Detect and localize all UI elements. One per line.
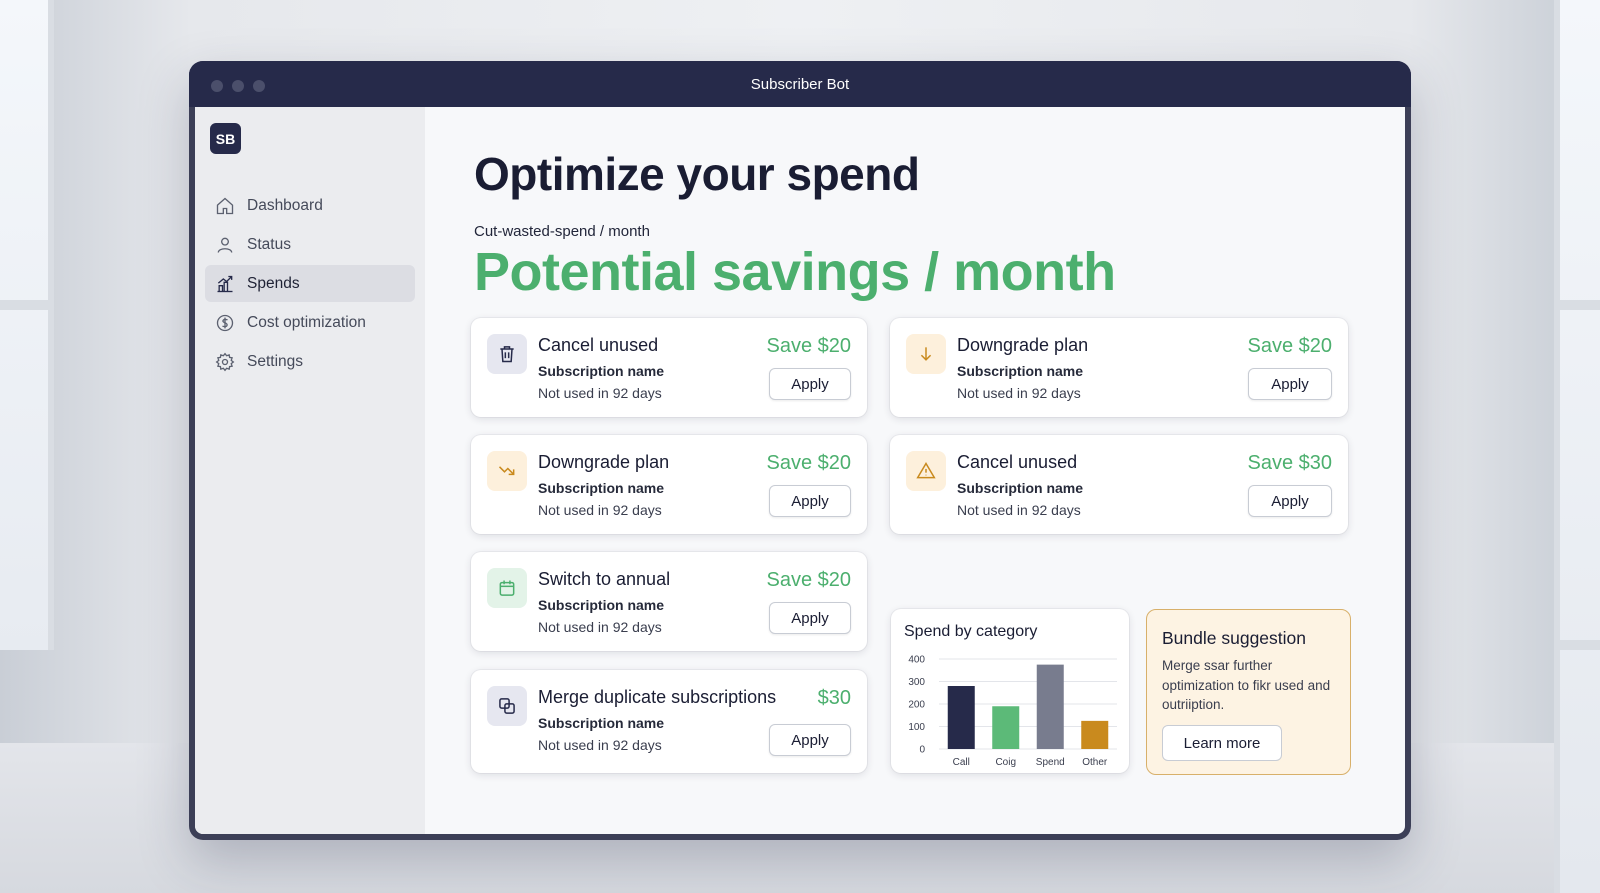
- subscription-name: Subscription name: [538, 597, 665, 613]
- savings-amount: Save $20: [1247, 335, 1332, 357]
- x-tick-label: Coig: [995, 757, 1016, 768]
- recommendation-card: Switch to annual Subscription name Not u…: [471, 552, 867, 651]
- app-body: SB Dashboard Status Spends Cost optimiza…: [195, 107, 1405, 834]
- recommendation-card: Downgrade plan Subscription name Not use…: [471, 435, 867, 534]
- savings-amount: $30: [817, 687, 851, 709]
- trash-icon: [487, 334, 527, 374]
- recommendation-card: Merge duplicate subscriptions Subscripti…: [471, 670, 867, 773]
- sidebar-item-dashboard[interactable]: Dashboard: [205, 187, 415, 224]
- sidebar-item-label: Status: [247, 235, 291, 253]
- sidebar-item-label: Settings: [247, 352, 304, 370]
- apply-button[interactable]: Apply: [1248, 485, 1332, 517]
- subscription-name: Subscription name: [957, 363, 1084, 379]
- bundle-title: Bundle suggestion: [1162, 628, 1306, 648]
- x-tick-label: Call: [953, 757, 970, 768]
- savings-amount: Save $20: [766, 569, 851, 591]
- apply-button[interactable]: Apply: [1248, 368, 1332, 400]
- apply-button[interactable]: Apply: [769, 724, 851, 756]
- chart-icon: [215, 274, 235, 294]
- bar-call: [947, 686, 975, 749]
- apply-button[interactable]: Apply: [769, 368, 851, 400]
- card-title: Merge duplicate subscriptions: [538, 687, 777, 707]
- dollar-icon: [215, 313, 235, 333]
- main-content: Optimize your spend Cut-wasted-spend / m…: [425, 107, 1405, 834]
- bundle-text: Merge ssar further optimization to fikr …: [1162, 658, 1331, 712]
- home-icon: [215, 196, 235, 216]
- bar-coig: [992, 706, 1020, 749]
- calendar-icon: [487, 568, 527, 608]
- spend-by-category-chart: Spend by category 0 100 200 300 400 Call Coig S…: [891, 609, 1129, 773]
- bundle-suggestion: Bundle suggestion Merge ssar further opt…: [1146, 609, 1351, 775]
- subscription-name: Subscription name: [538, 363, 665, 379]
- apply-button[interactable]: Apply: [769, 485, 851, 517]
- card-title: Cancel unused: [957, 452, 1078, 472]
- sidebar-item-status[interactable]: Status: [205, 226, 415, 263]
- y-tick-label: 0: [919, 745, 925, 756]
- sidebar-item-label: Dashboard: [247, 196, 323, 214]
- subscription-name: Subscription name: [538, 715, 665, 731]
- card-title: Switch to annual: [538, 569, 671, 589]
- recommendation-card: Cancel unused Subscription name Not used…: [471, 318, 867, 417]
- usage-note: Not used in 92 days: [957, 385, 1081, 401]
- recommendation-card: Downgrade plan Subscription name Not use…: [890, 318, 1348, 417]
- card-title: Downgrade plan: [957, 335, 1089, 355]
- app-window: Subscriber Bot SB Dashboard Status Spend…: [189, 61, 1411, 840]
- window-title: Subscriber Bot: [750, 76, 850, 93]
- sidebar-nav: Dashboard Status Spends Cost optimizatio…: [205, 187, 415, 382]
- savings-headline: Potential savings / month: [474, 242, 1116, 302]
- sidebar-item-settings[interactable]: Settings: [205, 343, 415, 380]
- x-tick-label: Spend: [1036, 757, 1065, 768]
- y-tick-label: 300: [908, 677, 925, 688]
- sidebar: SB Dashboard Status Spends Cost optimiza…: [195, 107, 425, 834]
- subscription-name: Subscription name: [957, 480, 1084, 496]
- y-tick-label: 400: [908, 655, 925, 666]
- title-bar: Subscriber Bot: [189, 61, 1411, 107]
- y-tick-label: 100: [908, 722, 925, 733]
- learn-more-button[interactable]: Learn more: [1162, 725, 1282, 761]
- card-title: Downgrade plan: [538, 452, 670, 472]
- usage-note: Not used in 92 days: [538, 502, 662, 518]
- bar-other: [1081, 720, 1109, 749]
- savings-amount: Save $20: [766, 335, 851, 357]
- gear-icon: [215, 352, 235, 372]
- sidebar-item-spends[interactable]: Spends: [205, 265, 415, 302]
- bar-spend: [1036, 664, 1064, 749]
- bar-chart: 0 100 200 300 400 Call Coig Spend Other: [908, 655, 1117, 768]
- savings-amount: Save $30: [1247, 452, 1332, 474]
- savings-amount: Save $20: [766, 452, 851, 474]
- usage-note: Not used in 92 days: [957, 502, 1081, 518]
- chart-title: Spend by category: [904, 623, 1038, 640]
- trend-down-icon: [487, 451, 527, 491]
- usage-note: Not used in 92 days: [538, 737, 662, 753]
- background-window-right: [1554, 0, 1600, 893]
- subscription-name: Subscription name: [538, 480, 665, 496]
- page-subtitle: Cut-wasted-spend / month: [474, 223, 650, 240]
- card-title: Cancel unused: [538, 335, 659, 355]
- usage-note: Not used in 92 days: [538, 619, 662, 635]
- x-tick-label: Other: [1082, 757, 1108, 768]
- sidebar-item-label: Spends: [247, 274, 300, 292]
- user-icon: [215, 235, 235, 255]
- page-title: Optimize your spend: [474, 148, 920, 200]
- sidebar-item-label: Cost optimization: [247, 313, 366, 331]
- background-window-left: [0, 0, 54, 650]
- usage-note: Not used in 92 days: [538, 385, 662, 401]
- arrow-down-icon: [906, 334, 946, 374]
- merge-icon: [487, 686, 527, 726]
- app-logo[interactable]: SB: [210, 123, 241, 154]
- apply-button[interactable]: Apply: [769, 602, 851, 634]
- y-tick-label: 200: [908, 700, 925, 711]
- warning-icon: [906, 451, 946, 491]
- recommendation-card: Cancel unused Subscription name Not used…: [890, 435, 1348, 534]
- sidebar-item-cost-optimization[interactable]: Cost optimization: [205, 304, 415, 341]
